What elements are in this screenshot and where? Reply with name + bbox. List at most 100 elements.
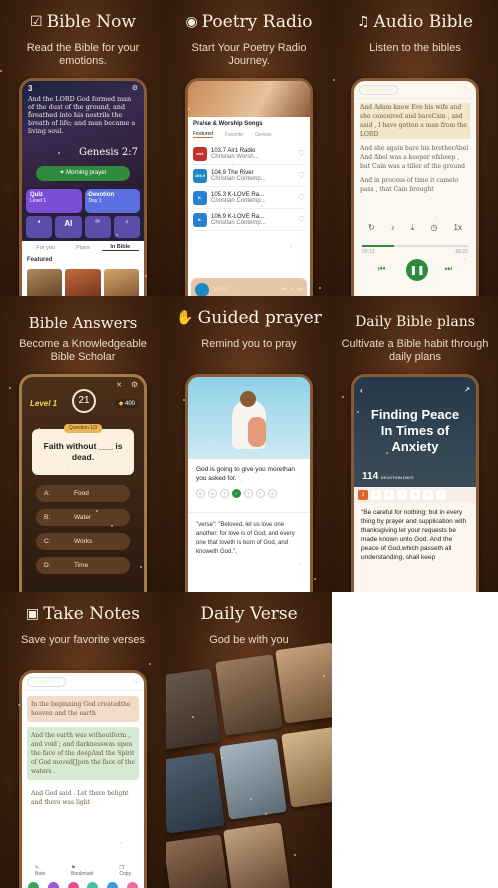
featured-thumb[interactable] [65,269,101,296]
panel-title: ◉ Poetry Radio [185,12,313,32]
color-swatch[interactable] [67,882,79,888]
verse-card[interactable] [166,752,225,834]
day-chip[interactable]: 6 [423,490,433,500]
verse-card[interactable] [215,654,283,736]
bookmark-button[interactable]: ⚑ Bookmark [71,865,94,877]
copy-button[interactable]: ❐ Copy [119,865,131,877]
featured-heading: Featured [27,257,53,263]
download-icon[interactable]: ⤓ [411,223,415,233]
quiz-card[interactable]: Quiz Level 1 [26,189,82,213]
heart-icon[interactable]: ♡ [298,215,305,224]
mute-icon[interactable]: ✕ [116,381,122,389]
verse-card[interactable] [166,834,231,888]
featured-thumb[interactable] [103,269,139,296]
book-selector[interactable]: Genesis 1 [27,676,67,687]
search-icon[interactable]: ⌕ [124,678,127,685]
coin-counter: ◆ 400 [114,399,139,408]
day-chip[interactable]: 2 [371,490,381,500]
verse-line[interactable]: And Adam knew Eve his wife and she conce… [360,103,470,139]
day-chip[interactable]: 4 [397,490,407,500]
share-icon[interactable]: ↗ [464,383,470,399]
tab-favorite[interactable]: Favorite [225,132,243,138]
note-verse[interactable]: And the earth was withoutform , and void… [27,727,139,780]
timer-icon[interactable]: ◷ [430,223,437,233]
station-item[interactable]: K-LOVE 106.9 K-LOVE Ra... Christian Conte… [193,209,305,236]
tab-plans[interactable]: Plans [64,245,101,251]
back-icon[interactable]: ‹ [360,383,363,399]
day-dot-active[interactable]: ✓ [232,489,241,498]
note-verse[interactable]: In the beginning God createdthe heaven a… [27,696,139,722]
station-item[interactable]: air1 103.7 Air1 Radio Christian Worsh... … [193,143,305,165]
volume-icon[interactable]: ♪ [391,223,395,233]
speed-button[interactable]: 1x [454,223,462,233]
station-item[interactable]: 104.9 104.9 The River Christian Contemp..… [193,165,305,187]
audio-progress-bar[interactable] [362,245,468,247]
phone-screen: ✕ ⚙ Level 1 21 ◆ 400 Question 1/3 Faith … [19,374,147,592]
prev-icon[interactable]: ⏮ [378,264,385,274]
sparkle-decoration [391,161,393,163]
tab-for-you[interactable]: For you [27,245,64,251]
devotion-card[interactable]: Devotion Day 1 [84,189,140,213]
day-chip[interactable]: 5 [410,490,420,500]
day-dot[interactable]: M [208,489,217,498]
color-swatch[interactable] [28,882,39,888]
day-dot[interactable]: T [244,489,253,498]
feature-icon-1[interactable]: ♦ [26,216,53,238]
heart-icon[interactable]: ♡ [298,149,305,158]
panel-subtitle: God be with you [209,634,289,646]
sparkle-decoration [444,534,446,536]
prev-icon[interactable]: ⏮ [281,287,286,294]
gear-icon[interactable]: ⚙ [132,85,138,93]
morning-prayer-button[interactable]: ✦ Morning prayer [36,166,130,181]
day-dot[interactable]: S [196,489,205,498]
prayer-text: God is going to give you morethan you as… [196,466,296,482]
verse-card-stack [166,642,332,888]
radio-icon: ◉ [185,14,198,30]
pause-button[interactable]: ❚❚ [406,259,428,281]
heart-icon[interactable]: ♡ [298,193,305,202]
day-dot[interactable]: T [220,489,229,498]
answer-option-a[interactable]: A: Food [36,485,130,502]
tab-featured[interactable]: Featured [193,131,214,138]
verse-card[interactable] [166,668,221,750]
day-chip[interactable]: 7 [436,490,446,500]
verse-line[interactable]: And she again bare his brotherAbel And A… [360,144,470,171]
loop-icon[interactable]: ↻ [368,223,375,233]
font-size-button[interactable]: Aa [132,679,139,685]
gear-icon[interactable]: ⚙ [131,380,138,389]
next-icon[interactable]: ⏭ [298,287,303,294]
tab-genres[interactable]: Genres [255,132,271,138]
pause-icon[interactable]: ⏸ [291,287,294,294]
day-chip[interactable]: 1 [358,490,368,500]
answer-option-d[interactable]: D: Time [36,557,130,574]
sparkle-decoration [270,522,272,524]
heart-icon[interactable]: ♡ [298,171,305,180]
color-swatch[interactable] [87,882,99,888]
feature-icon-3[interactable]: ✉ [84,216,111,238]
day-dot[interactable]: S [268,489,277,498]
tab-in-bible[interactable]: In Bible [101,244,139,251]
phone-screen: Genesis 1 ⌕ Aa In the beginning God crea… [19,670,147,888]
featured-thumb[interactable] [27,269,63,296]
verse-card[interactable] [275,642,332,724]
book-selector[interactable]: Genesis 4 [359,84,399,95]
station-item[interactable]: K-LOVE 105.3 K-LOVE Ra... Christian Conte… [193,187,305,214]
answer-option-b[interactable]: B: Water [36,509,130,526]
color-swatch[interactable] [126,882,138,888]
day-dot[interactable]: F [256,489,265,498]
color-swatch[interactable] [107,882,119,888]
verse-card[interactable] [281,726,332,808]
search-icon[interactable]: ⌕ [456,86,459,93]
note-verse[interactable]: And God said . Let there belight and the… [27,785,139,811]
mini-player[interactable]: 104.9... ⏮ ⏸ ⏭ [191,278,307,296]
verse-card[interactable] [223,822,291,888]
verse-card[interactable] [219,738,287,820]
answer-option-c[interactable]: C: Works [36,533,130,550]
next-icon[interactable]: ⏭ [445,264,452,274]
day-chip[interactable]: 3 [384,490,394,500]
color-swatch[interactable] [47,882,59,888]
verse-line[interactable]: And in process of time it cameto pass , … [360,176,470,194]
font-size-button[interactable]: Aa [464,87,471,93]
note-button[interactable]: ✎ Note [35,865,46,877]
feature-icon-ai[interactable]: AI [55,216,82,238]
